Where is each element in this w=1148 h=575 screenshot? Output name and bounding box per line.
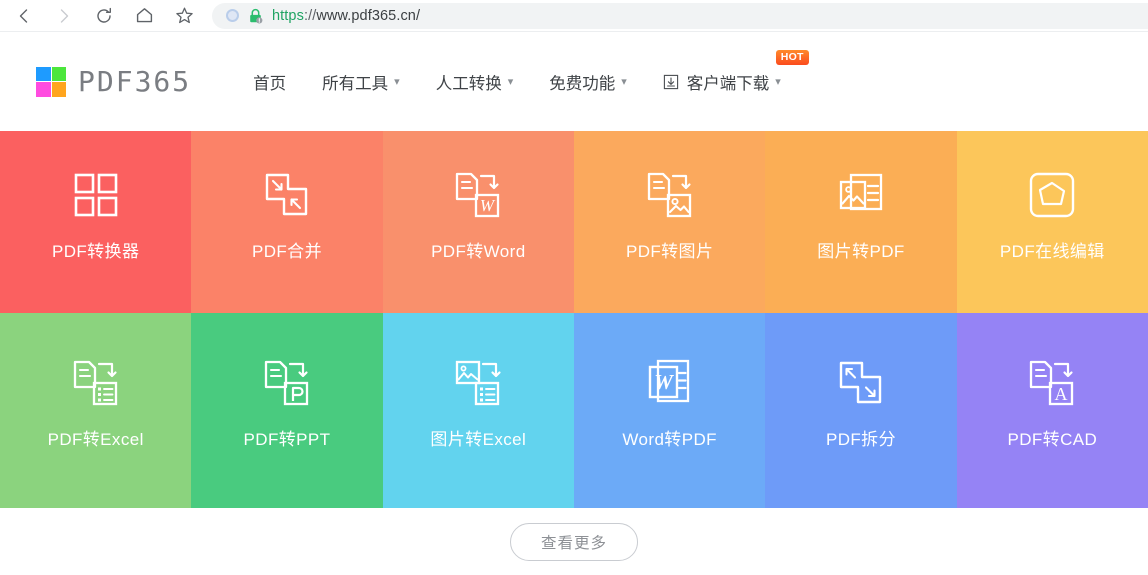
tile-pdf-to-word[interactable]: W PDF转Word — [382, 131, 574, 313]
site-logo[interactable]: PDF365 — [36, 65, 191, 98]
svg-text:W: W — [480, 196, 496, 215]
doc-to-word-icon: W — [450, 167, 506, 223]
tile-label: PDF转图片 — [625, 242, 714, 261]
logo-square-top-left — [36, 66, 51, 81]
chevron-down-icon: ▾ — [394, 76, 400, 88]
nav-label: 客户端下载 — [686, 74, 770, 93]
tile-image-to-pdf[interactable]: 图片转PDF — [765, 131, 957, 313]
reload-button[interactable] — [84, 1, 124, 31]
chevron-down-icon: ▾ — [507, 76, 514, 88]
tile-label: PDF拆分 — [825, 430, 896, 449]
chevron-down-icon: ▾ — [621, 76, 627, 88]
tile-label: PDF转PPT — [243, 430, 331, 449]
nav-label: 人工转换 — [435, 74, 502, 93]
nav-label: 所有工具 — [322, 74, 389, 93]
nav-label: 免费功能 — [549, 74, 616, 93]
tile-image-to-excel[interactable]: 图片转Excel — [382, 313, 574, 508]
url-host: www.pdf365.cn/ — [316, 7, 421, 24]
doc-to-excel-icon — [68, 355, 124, 411]
nav-item-all-tools[interactable]: 所有工具 ▾ — [322, 70, 400, 94]
back-button[interactable] — [4, 1, 44, 31]
logo-square-top-right — [51, 66, 66, 81]
forward-button[interactable] — [44, 1, 84, 31]
tile-label: 图片转PDF — [817, 242, 905, 261]
tile-pdf-split[interactable]: PDF拆分 — [765, 313, 957, 508]
main-navigation: 首页 所有工具 ▾ 人工转换 ▾ 免费功能 ▾ 客户端下载 ▾ HOT — [253, 49, 809, 94]
image-to-doc-icon — [833, 167, 889, 223]
url-text: https://www.pdf365.cn/ — [272, 8, 420, 24]
tile-pdf-online-edit[interactable]: PDF在线编辑 — [956, 131, 1148, 313]
address-bar[interactable]: https://www.pdf365.cn/ — [212, 2, 1148, 29]
nav-label: 首页 — [253, 74, 287, 93]
tile-label: PDF合并 — [251, 242, 322, 261]
browser-toolbar: https://www.pdf365.cn/ — [0, 0, 1148, 32]
tile-label: PDF转换器 — [51, 242, 140, 261]
nav-item-client-download[interactable]: 客户端下载 ▾ HOT — [663, 49, 809, 94]
edit-shape-icon — [1024, 167, 1080, 223]
doc-to-ppt-icon — [259, 355, 315, 411]
chevron-right-icon — [54, 6, 74, 26]
logo-grid-icon — [36, 66, 66, 97]
word-doc-icon: W — [642, 355, 698, 411]
home-icon — [134, 5, 155, 26]
reload-icon — [94, 6, 114, 26]
circle-icon — [226, 9, 239, 22]
split-arrows-icon — [833, 355, 889, 411]
tile-pdf-merge[interactable]: PDF合并 — [191, 131, 383, 313]
tile-word-to-pdf[interactable]: W Word转PDF — [573, 313, 766, 508]
home-button[interactable] — [124, 1, 164, 31]
view-more-button[interactable]: 查看更多 — [510, 522, 638, 561]
url-separator: :// — [303, 7, 317, 24]
tile-pdf-to-cad[interactable]: A PDF转CAD — [956, 313, 1148, 508]
tile-pdf-converter[interactable]: PDF转换器 — [0, 131, 192, 313]
url-scheme: https — [272, 7, 304, 24]
logo-text: PDF365 — [78, 65, 192, 98]
doc-to-image-icon — [642, 167, 698, 223]
image-to-excel-icon — [450, 355, 506, 411]
svg-text:A: A — [1055, 384, 1068, 404]
tile-pdf-to-image[interactable]: PDF转图片 — [573, 131, 766, 313]
merge-arrows-icon — [259, 167, 315, 223]
more-section: 查看更多 — [0, 508, 1148, 575]
chevron-down-icon: ▾ — [775, 76, 781, 88]
lock-icon[interactable] — [248, 8, 263, 24]
tile-label: PDF转CAD — [1007, 430, 1098, 449]
tile-label: Word转PDF — [622, 430, 717, 449]
tile-label: PDF转Excel — [47, 430, 144, 449]
tile-label: PDF在线编辑 — [999, 242, 1105, 261]
svg-text:W: W — [654, 370, 674, 394]
logo-square-bottom-left — [36, 82, 51, 97]
bookmark-button[interactable] — [164, 1, 204, 31]
site-header: PDF365 首页 所有工具 ▾ 人工转换 ▾ 免费功能 ▾ 客户端下载 ▾ H… — [0, 32, 1148, 131]
star-icon — [174, 5, 195, 26]
tile-label: 图片转Excel — [430, 430, 527, 449]
nav-item-manual-conversion[interactable]: 人工转换 ▾ — [436, 70, 514, 94]
tool-tile-grid: PDF转换器 PDF合并 W PDF转Word PDF转图片 图片转PDF PD… — [0, 131, 1148, 508]
tile-label: PDF转Word — [431, 242, 526, 261]
tile-pdf-to-ppt[interactable]: PDF转PPT — [191, 313, 383, 508]
chevron-left-icon — [14, 6, 34, 26]
tile-pdf-to-excel[interactable]: PDF转Excel — [0, 313, 192, 508]
hot-badge: HOT — [775, 49, 809, 65]
logo-square-bottom-right — [51, 82, 66, 97]
download-icon — [663, 74, 679, 90]
grid-four-icon — [68, 167, 124, 223]
nav-item-home[interactable]: 首页 — [253, 70, 286, 94]
nav-item-free-features[interactable]: 免费功能 ▾ — [549, 70, 627, 94]
doc-to-cad-icon: A — [1024, 355, 1080, 411]
